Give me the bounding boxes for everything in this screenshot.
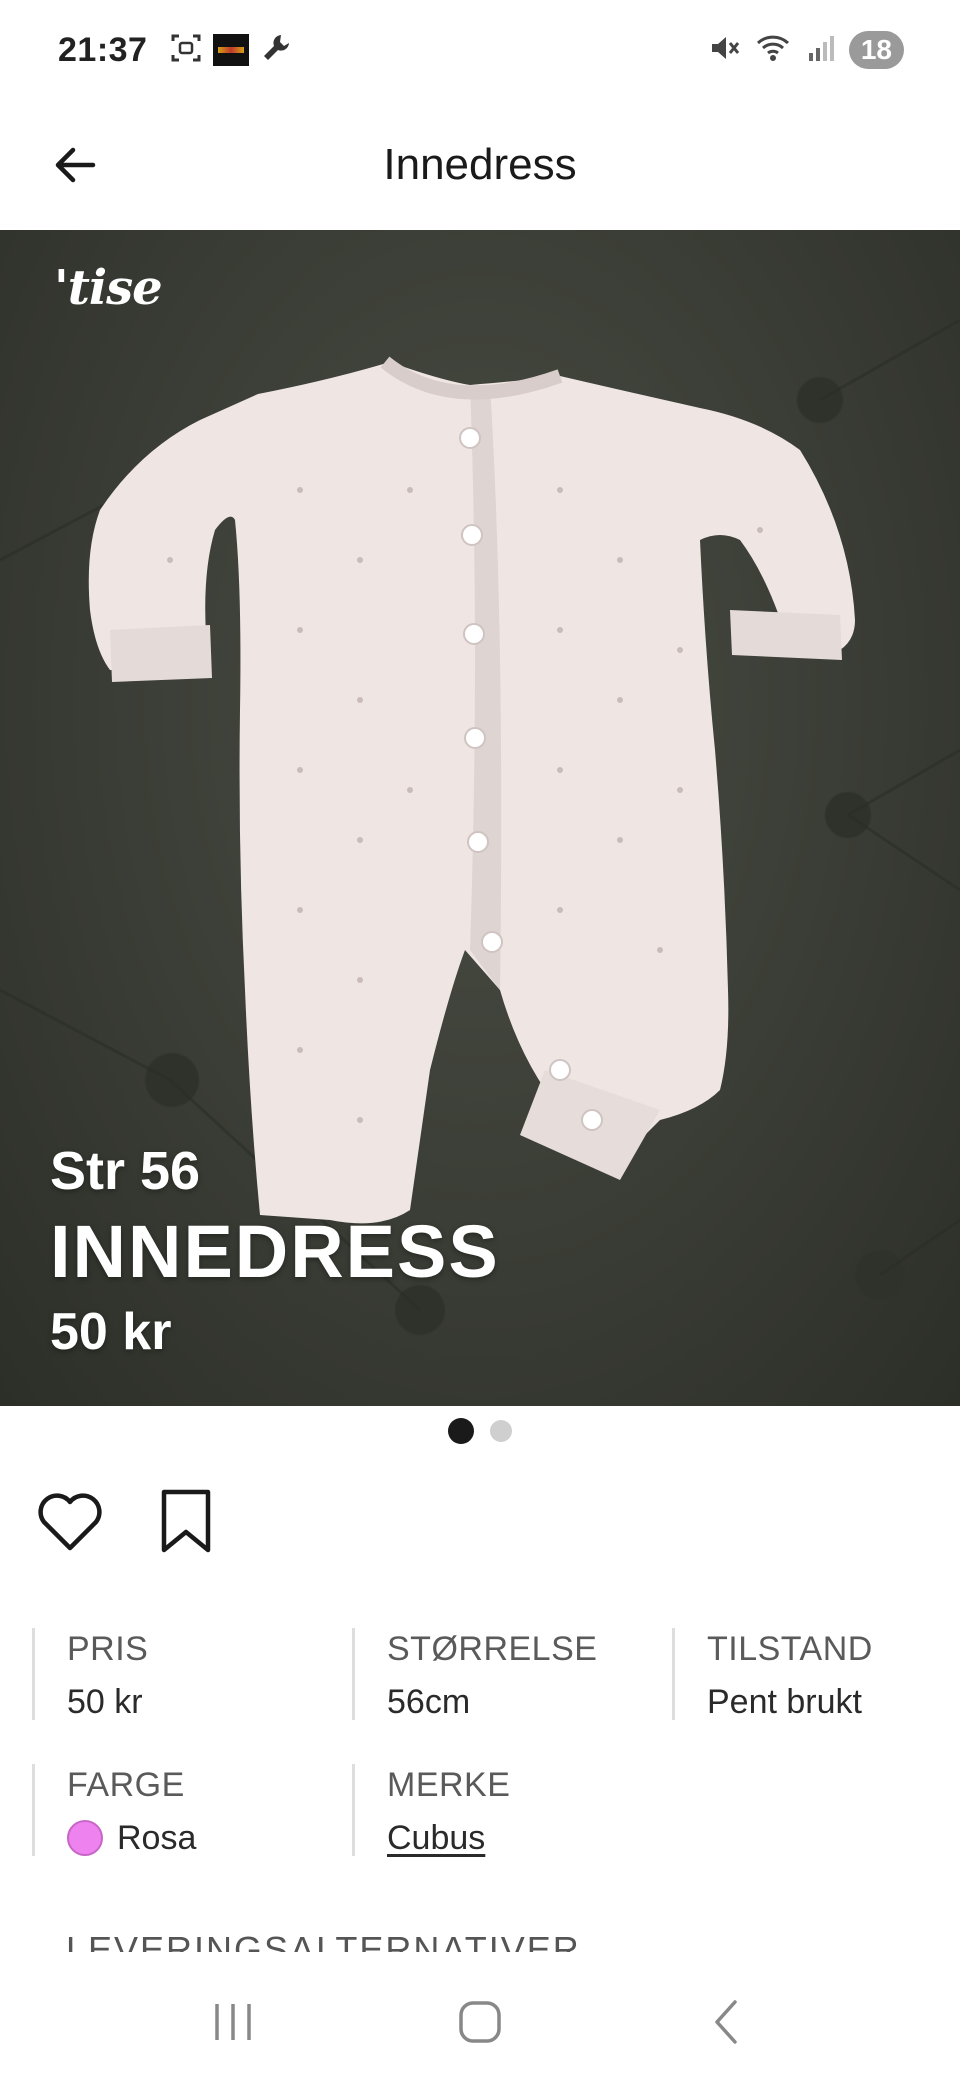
app-bar: Innedress xyxy=(0,100,960,230)
image-caption: Str 56 INNEDRESS 50 kr xyxy=(50,1140,500,1362)
wrench-icon xyxy=(259,31,293,70)
brand-link[interactable]: Cubus xyxy=(387,1816,485,1860)
detail-color: FARGE Rosa xyxy=(32,1764,352,1857)
save-button[interactable] xyxy=(148,1484,224,1560)
detail-size: STØRRELSE 56cm xyxy=(352,1628,672,1721)
like-button[interactable] xyxy=(32,1484,108,1560)
home-button[interactable] xyxy=(435,1982,525,2062)
system-nav-bar xyxy=(0,1964,960,2080)
pagination-dot-2[interactable] xyxy=(490,1420,512,1442)
delivery-section-header: LEVERINGSALTERNATIVER xyxy=(66,1930,766,1953)
heart-icon xyxy=(38,1493,102,1551)
pagination-dot-1[interactable] xyxy=(448,1418,474,1444)
screenshot-icon xyxy=(169,31,203,70)
nav-back-icon xyxy=(714,2000,737,2044)
signal-icon xyxy=(807,33,835,68)
caption-price: 50 kr xyxy=(50,1303,172,1361)
wifi-icon xyxy=(755,31,793,70)
detail-value: 50 kr xyxy=(67,1680,352,1724)
status-bar: 21:37 18 xyxy=(0,0,960,100)
detail-label: MERKE xyxy=(387,1766,511,1804)
caption-name: INNEDRESS xyxy=(50,1210,500,1293)
detail-value: Rosa xyxy=(67,1816,352,1860)
caption-size: Str 56 xyxy=(50,1141,201,1201)
battery-indicator: 18 xyxy=(848,31,904,69)
arrow-left-icon xyxy=(55,147,96,183)
product-details: PRIS 50 kr STØRRELSE 56cm TILSTAND Pent … xyxy=(32,1628,932,1900)
delivery-section-label: LEVERINGSALTERNATIVER xyxy=(66,1930,581,1953)
product-image[interactable]: 'tise Str 56 INNEDRESS 50 kr xyxy=(0,230,960,1406)
details-row-1: PRIS 50 kr STØRRELSE 56cm TILSTAND Pent … xyxy=(32,1628,932,1721)
bookmark-icon xyxy=(161,1489,211,1553)
price-value: 50 kr xyxy=(67,1683,143,1721)
recent-apps-button[interactable] xyxy=(188,1982,278,2062)
back-button[interactable] xyxy=(44,134,106,196)
color-swatch xyxy=(67,1820,103,1856)
mute-icon xyxy=(707,31,741,70)
home-icon xyxy=(459,2001,501,2043)
tise-logo: 'tise xyxy=(54,260,163,316)
detail-label: TILSTAND xyxy=(707,1630,873,1668)
recent-apps-icon xyxy=(215,2004,252,2040)
detail-price: PRIS 50 kr xyxy=(32,1628,352,1721)
detail-value: Cubus xyxy=(387,1816,672,1860)
detail-label: PRIS xyxy=(67,1630,149,1668)
status-right-icons: 18 xyxy=(707,31,904,70)
status-time: 21:37 xyxy=(58,30,148,69)
action-row xyxy=(32,1484,224,1560)
nav-back-button[interactable] xyxy=(682,1982,772,2062)
detail-label: STØRRELSE xyxy=(387,1630,598,1668)
color-value: Rosa xyxy=(117,1819,197,1857)
page-title: Innedress xyxy=(383,140,577,189)
detail-value: Pent brukt xyxy=(707,1680,932,1724)
status-left-icons xyxy=(169,31,293,70)
detail-label: FARGE xyxy=(67,1766,185,1804)
condition-value: Pent brukt xyxy=(707,1683,862,1721)
size-value: 56cm xyxy=(387,1683,471,1721)
detail-value: 56cm xyxy=(387,1680,672,1724)
app-notification-icon xyxy=(213,34,250,66)
image-pagination xyxy=(0,1418,960,1444)
detail-brand: MERKE Cubus xyxy=(352,1764,672,1857)
details-row-2: FARGE Rosa MERKE Cubus xyxy=(32,1764,932,1857)
detail-condition: TILSTAND Pent brukt xyxy=(672,1628,932,1721)
